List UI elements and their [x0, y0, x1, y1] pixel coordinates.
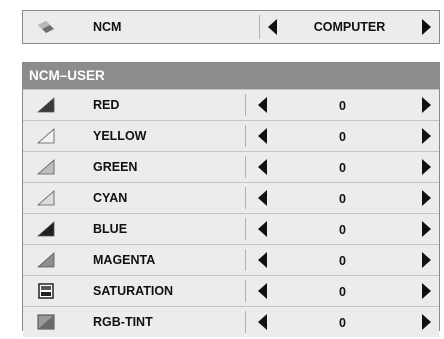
panel-title: NCM–USER	[23, 63, 439, 89]
ncm-value: COMPUTER	[313, 20, 386, 34]
increase-arrow-icon[interactable]	[422, 252, 431, 268]
setting-row-blue[interactable]: BLUE 0	[23, 213, 439, 244]
increase-arrow-icon[interactable]	[422, 221, 431, 237]
increase-arrow-icon[interactable]	[422, 283, 431, 299]
setting-row-cyan[interactable]: CYAN 0	[23, 182, 439, 213]
setting-label: YELLOW	[93, 129, 147, 143]
setting-value: 0	[339, 285, 346, 299]
setting-label: CYAN	[93, 191, 128, 205]
setting-value-control[interactable]: 0	[246, 214, 439, 244]
setting-label: SATURATION	[93, 284, 174, 298]
setting-value-control[interactable]: 0	[246, 90, 439, 120]
ncm-label: NCM	[93, 20, 122, 34]
setting-row-yellow[interactable]: YELLOW 0	[23, 120, 439, 151]
setting-row-red[interactable]: RED 0	[23, 89, 439, 120]
setting-label: RED	[93, 98, 120, 112]
setting-row-magenta[interactable]: MAGENTA 0	[23, 244, 439, 275]
increase-arrow-icon[interactable]	[422, 97, 431, 113]
ncm-user-rows: RED 0 YELLOW 0 GREEN 0 CYAN 0 BLUE 0 MAGENTA 0 SATUR…	[23, 89, 439, 337]
setting-value: 0	[339, 316, 346, 330]
green-ramp-icon	[23, 152, 69, 182]
setting-value-control[interactable]: 0	[246, 152, 439, 182]
setting-value-control[interactable]: 0	[246, 121, 439, 151]
cyan-ramp-icon	[23, 183, 69, 213]
setting-value: 0	[339, 130, 346, 144]
setting-value: 0	[339, 161, 346, 175]
setting-row-saturation[interactable]: SATURATION 0	[23, 275, 439, 306]
setting-label: BLUE	[93, 222, 128, 236]
setting-value: 0	[339, 254, 346, 268]
ncm-icon	[23, 11, 69, 43]
setting-value-control[interactable]: 0	[246, 276, 439, 306]
ncm-user-panel: NCM–USER RED 0 YELLOW 0 GREEN 0 CYAN 0 BLUE 0 MAGE…	[22, 62, 440, 337]
increase-arrow-icon[interactable]	[422, 314, 431, 330]
setting-row-green[interactable]: GREEN 0	[23, 151, 439, 182]
saturation-icon	[23, 276, 69, 306]
setting-label: GREEN	[93, 160, 138, 174]
setting-value-control[interactable]: 0	[246, 245, 439, 275]
setting-value: 0	[339, 99, 346, 113]
setting-label: RGB-TINT	[93, 315, 153, 329]
increase-arrow-icon[interactable]	[422, 128, 431, 144]
setting-label: MAGENTA	[93, 253, 156, 267]
setting-value: 0	[339, 192, 346, 206]
yellow-ramp-icon	[23, 121, 69, 151]
ncm-next-arrow-icon[interactable]	[422, 19, 431, 35]
blue-ramp-icon	[23, 214, 69, 244]
ncm-value-control[interactable]: COMPUTER	[260, 11, 439, 43]
setting-row-rgb-tint[interactable]: RGB-TINT 0	[23, 306, 439, 337]
increase-arrow-icon[interactable]	[422, 190, 431, 206]
ncm-selector-row[interactable]: NCM COMPUTER	[22, 10, 440, 44]
magenta-ramp-icon	[23, 245, 69, 275]
rgb-tint-icon	[23, 307, 69, 337]
setting-value-control[interactable]: 0	[246, 183, 439, 213]
red-ramp-icon	[23, 90, 69, 120]
increase-arrow-icon[interactable]	[422, 159, 431, 175]
setting-value: 0	[339, 223, 346, 237]
setting-value-control[interactable]: 0	[246, 307, 439, 337]
